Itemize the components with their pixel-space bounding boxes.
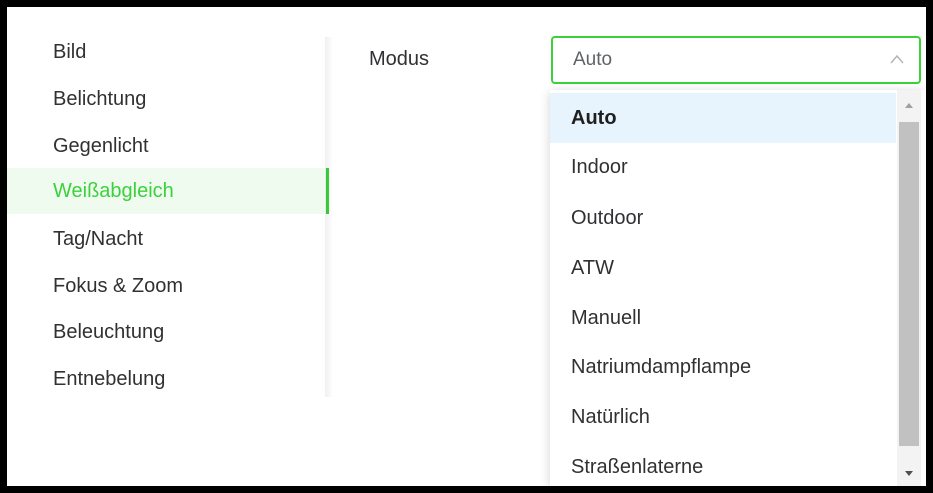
option-manuell[interactable]: Manuell	[550, 293, 896, 343]
option-natuerlich[interactable]: Natürlich	[550, 392, 896, 442]
sidebar-item-bild[interactable]: Bild	[7, 29, 329, 75]
sidebar-item-weissabgleich[interactable]: Weißabgleich	[7, 168, 329, 214]
mode-select-value: Auto	[573, 49, 613, 70]
option-auto[interactable]: Auto	[550, 93, 896, 143]
settings-sidebar: Bild Belichtung Gegenlicht Weißabgleich …	[7, 7, 329, 407]
option-atw[interactable]: ATW	[550, 243, 896, 293]
sidebar-item-beleuchtung[interactable]: Beleuchtung	[7, 309, 329, 355]
mode-label: Modus	[369, 48, 430, 70]
sidebar-item-tag-nacht[interactable]: Tag/Nacht	[7, 216, 329, 262]
sidebar-item-entnebelung[interactable]: Entnebelung	[7, 356, 329, 402]
mode-dropdown: Auto Indoor Outdoor ATW Manuell Natriumd…	[550, 90, 926, 486]
sidebar-item-fokus-zoom[interactable]: Fokus & Zoom	[7, 263, 329, 309]
sidebar-item-belichtung[interactable]: Belichtung	[7, 76, 329, 122]
sidebar-item-gegenlicht[interactable]: Gegenlicht	[7, 123, 329, 169]
option-outdoor[interactable]: Outdoor	[550, 193, 896, 243]
chevron-up-icon	[890, 54, 904, 64]
scrollbar-thumb[interactable]	[899, 122, 919, 446]
dropdown-scrollbar[interactable]	[897, 90, 921, 486]
mode-select[interactable]: Auto	[551, 36, 921, 84]
triangle-down-icon[interactable]	[903, 468, 915, 480]
settings-panel: Bild Belichtung Gegenlicht Weißabgleich …	[7, 7, 926, 486]
sidebar-divider	[325, 37, 333, 397]
option-indoor[interactable]: Indoor	[550, 142, 896, 192]
option-strassenlaterne[interactable]: Straßenlaterne	[550, 442, 896, 486]
option-natriumdampflampe[interactable]: Natriumdampflampe	[550, 342, 896, 392]
triangle-up-icon[interactable]	[903, 99, 915, 111]
